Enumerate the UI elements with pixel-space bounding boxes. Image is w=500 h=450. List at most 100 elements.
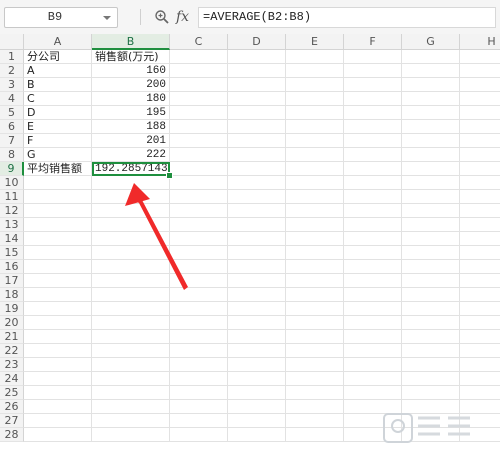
cell-B6[interactable]: 188 <box>92 120 170 134</box>
cell-B7[interactable]: 201 <box>92 134 170 148</box>
cell-G13[interactable] <box>402 218 460 232</box>
cell-C14[interactable] <box>170 232 228 246</box>
cell-H23[interactable] <box>460 358 500 372</box>
row-header-11[interactable]: 11 <box>0 190 24 204</box>
cell-D5[interactable] <box>228 106 286 120</box>
cell-B24[interactable] <box>92 372 170 386</box>
cell-G19[interactable] <box>402 302 460 316</box>
cell-E6[interactable] <box>286 120 344 134</box>
cell-F3[interactable] <box>344 78 402 92</box>
cell-G15[interactable] <box>402 246 460 260</box>
row-header-4[interactable]: 4 <box>0 92 24 106</box>
cell-G28[interactable] <box>402 428 460 442</box>
cell-C9[interactable] <box>170 162 228 176</box>
row-header-27[interactable]: 27 <box>0 414 24 428</box>
cell-C7[interactable] <box>170 134 228 148</box>
cell-C26[interactable] <box>170 400 228 414</box>
cell-F19[interactable] <box>344 302 402 316</box>
column-header-H[interactable]: H <box>460 34 500 50</box>
cell-F2[interactable] <box>344 64 402 78</box>
cell-G21[interactable] <box>402 330 460 344</box>
magnifier-icon[interactable] <box>154 9 170 25</box>
cell-H11[interactable] <box>460 190 500 204</box>
cell-H18[interactable] <box>460 288 500 302</box>
cell-F11[interactable] <box>344 190 402 204</box>
cell-A11[interactable] <box>24 190 92 204</box>
cell-G20[interactable] <box>402 316 460 330</box>
cell-B1[interactable]: 销售额(万元) <box>92 50 170 64</box>
cell-B25[interactable] <box>92 386 170 400</box>
column-header-G[interactable]: G <box>402 34 460 50</box>
row-header-9[interactable]: 9 <box>0 162 24 176</box>
cell-F25[interactable] <box>344 386 402 400</box>
cell-H12[interactable] <box>460 204 500 218</box>
cell-B28[interactable] <box>92 428 170 442</box>
cell-D26[interactable] <box>228 400 286 414</box>
cell-H10[interactable] <box>460 176 500 190</box>
cell-A24[interactable] <box>24 372 92 386</box>
cell-C4[interactable] <box>170 92 228 106</box>
cell-A6[interactable]: E <box>24 120 92 134</box>
row-header-24[interactable]: 24 <box>0 372 24 386</box>
cell-F4[interactable] <box>344 92 402 106</box>
cell-E5[interactable] <box>286 106 344 120</box>
row-header-15[interactable]: 15 <box>0 246 24 260</box>
cell-F28[interactable] <box>344 428 402 442</box>
cell-B10[interactable] <box>92 176 170 190</box>
column-header-F[interactable]: F <box>344 34 402 50</box>
cell-D25[interactable] <box>228 386 286 400</box>
cell-E11[interactable] <box>286 190 344 204</box>
cell-H24[interactable] <box>460 372 500 386</box>
cell-D7[interactable] <box>228 134 286 148</box>
cell-G23[interactable] <box>402 358 460 372</box>
cell-D16[interactable] <box>228 260 286 274</box>
cell-H4[interactable] <box>460 92 500 106</box>
cell-G27[interactable] <box>402 414 460 428</box>
cell-D18[interactable] <box>228 288 286 302</box>
cell-D24[interactable] <box>228 372 286 386</box>
cell-B21[interactable] <box>92 330 170 344</box>
cell-D4[interactable] <box>228 92 286 106</box>
cell-E7[interactable] <box>286 134 344 148</box>
cell-C17[interactable] <box>170 274 228 288</box>
cell-G12[interactable] <box>402 204 460 218</box>
cell-D28[interactable] <box>228 428 286 442</box>
cell-F27[interactable] <box>344 414 402 428</box>
cell-E14[interactable] <box>286 232 344 246</box>
row-header-17[interactable]: 17 <box>0 274 24 288</box>
cell-H17[interactable] <box>460 274 500 288</box>
cell-H7[interactable] <box>460 134 500 148</box>
cell-A15[interactable] <box>24 246 92 260</box>
cell-B15[interactable] <box>92 246 170 260</box>
cell-F18[interactable] <box>344 288 402 302</box>
cell-C28[interactable] <box>170 428 228 442</box>
cell-A19[interactable] <box>24 302 92 316</box>
cell-A20[interactable] <box>24 316 92 330</box>
cell-H20[interactable] <box>460 316 500 330</box>
cell-F14[interactable] <box>344 232 402 246</box>
cell-G9[interactable] <box>402 162 460 176</box>
cell-E25[interactable] <box>286 386 344 400</box>
cell-G22[interactable] <box>402 344 460 358</box>
cell-D19[interactable] <box>228 302 286 316</box>
row-header-19[interactable]: 19 <box>0 302 24 316</box>
cell-C23[interactable] <box>170 358 228 372</box>
cell-H14[interactable] <box>460 232 500 246</box>
cell-D9[interactable] <box>228 162 286 176</box>
cell-B19[interactable] <box>92 302 170 316</box>
cell-B17[interactable] <box>92 274 170 288</box>
row-header-7[interactable]: 7 <box>0 134 24 148</box>
cell-H5[interactable] <box>460 106 500 120</box>
cell-E17[interactable] <box>286 274 344 288</box>
cell-H27[interactable] <box>460 414 500 428</box>
cell-F13[interactable] <box>344 218 402 232</box>
cell-D21[interactable] <box>228 330 286 344</box>
cell-E10[interactable] <box>286 176 344 190</box>
cell-C10[interactable] <box>170 176 228 190</box>
cell-G1[interactable] <box>402 50 460 64</box>
cell-B11[interactable] <box>92 190 170 204</box>
formula-input[interactable]: =AVERAGE(B2:B8) <box>198 7 496 28</box>
cell-F7[interactable] <box>344 134 402 148</box>
cell-C15[interactable] <box>170 246 228 260</box>
cell-G18[interactable] <box>402 288 460 302</box>
